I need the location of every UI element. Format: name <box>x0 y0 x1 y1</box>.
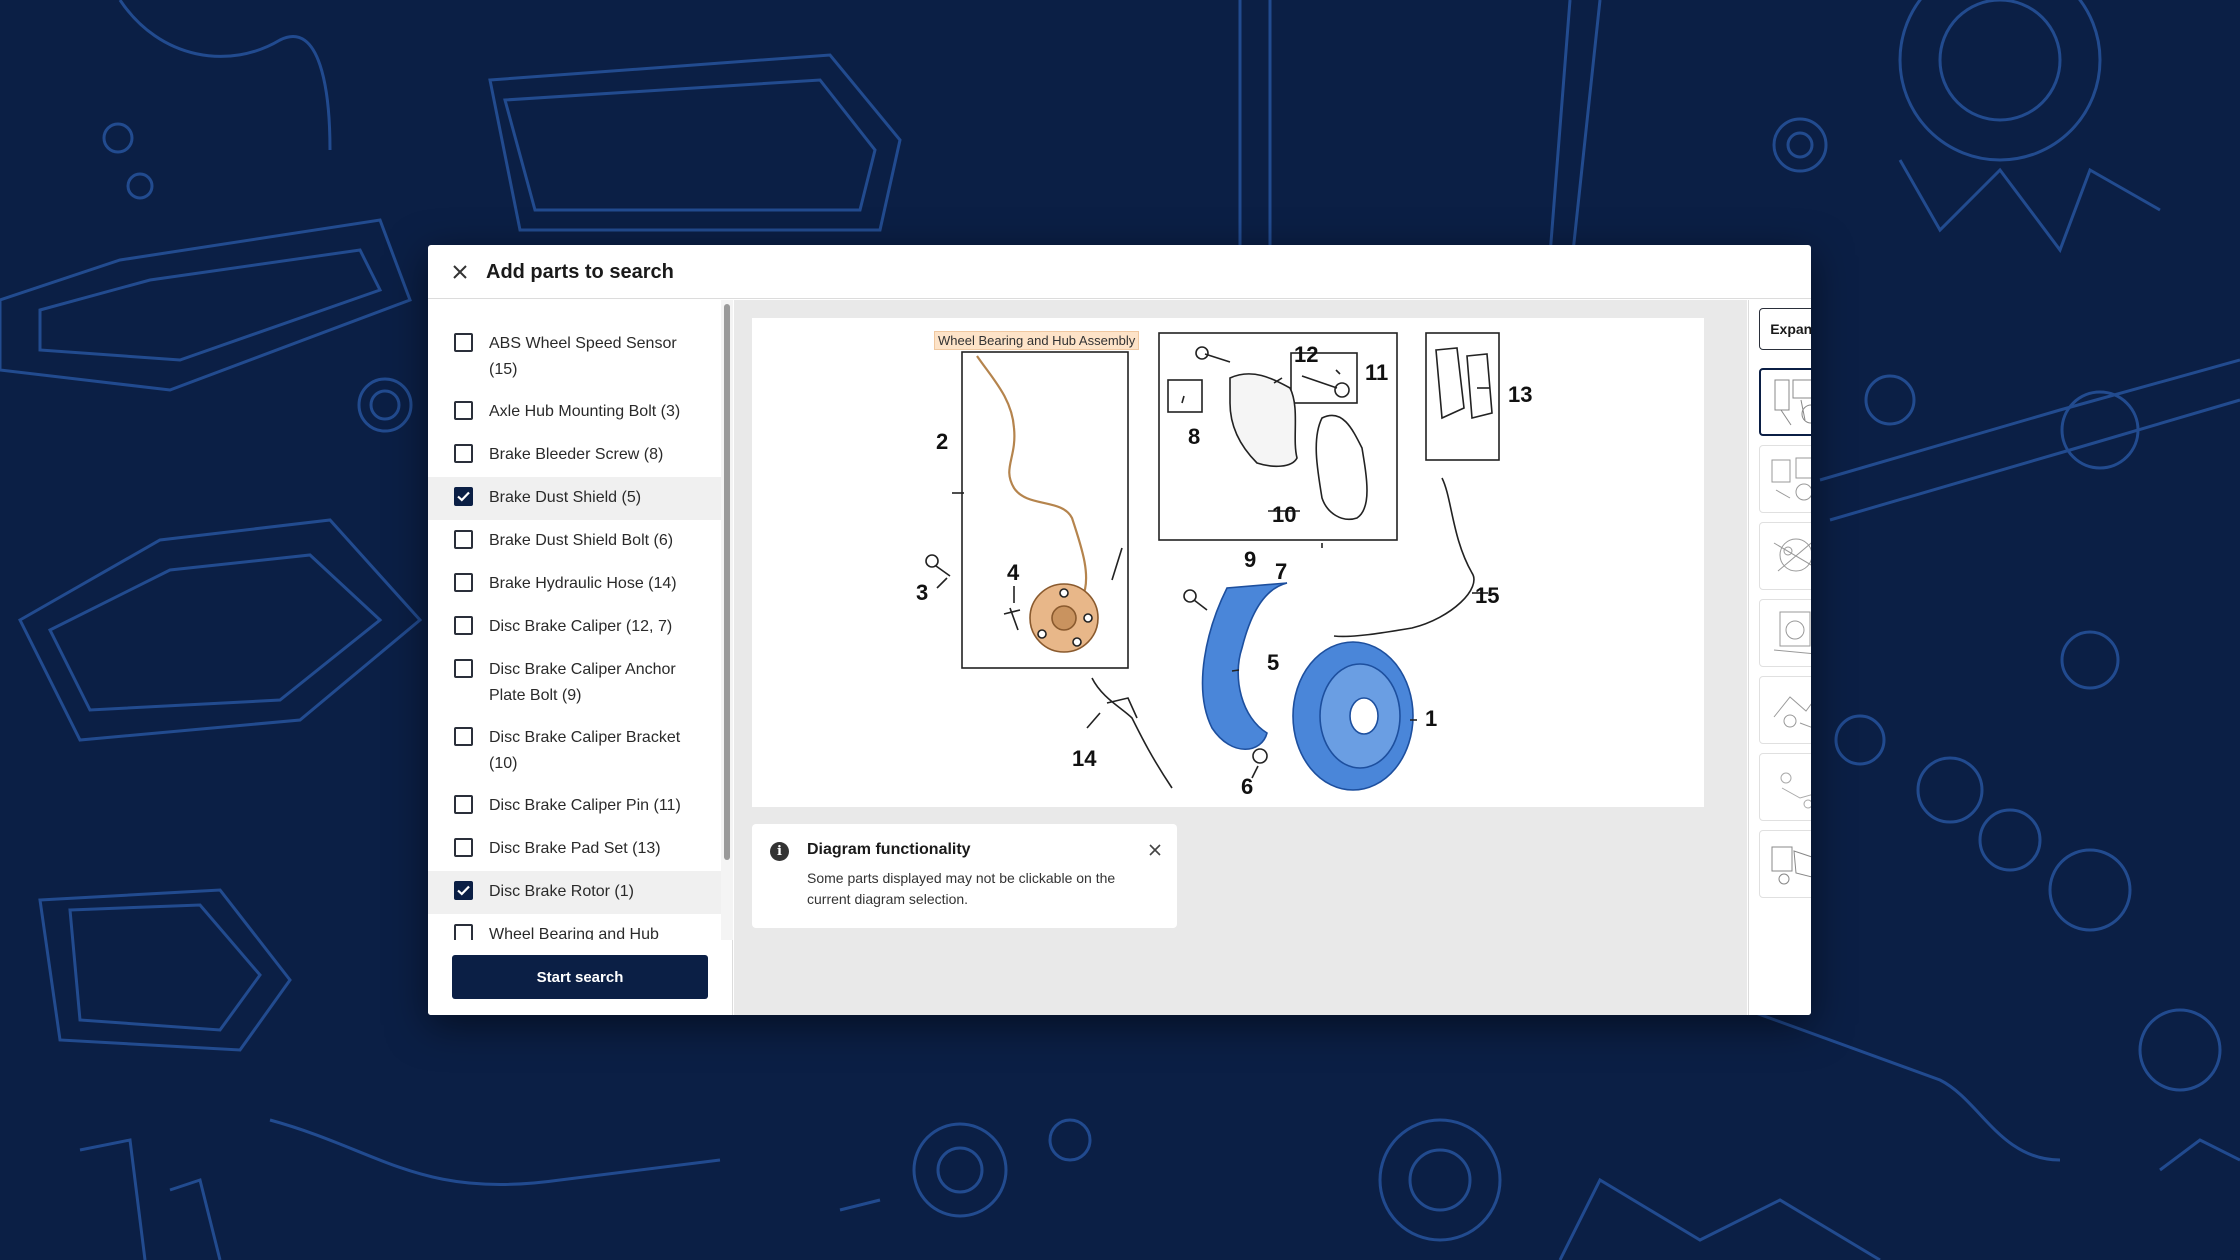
parts-diagram[interactable]: 2 3 4 9 7 5 1 15 14 6 8 10 11 12 13 Whee… <box>752 318 1704 807</box>
diagram-thumbnails-panel: Expand <box>1748 300 1811 1015</box>
part-item[interactable]: Disc Brake Rotor (1) <box>428 871 722 914</box>
checkbox[interactable] <box>454 333 473 352</box>
diagram-thumbnail[interactable] <box>1759 676 1811 744</box>
diagram-thumbnail[interactable] <box>1759 599 1811 667</box>
callout-13: 13 <box>1508 382 1532 407</box>
info-icon: i <box>770 842 789 861</box>
checkbox[interactable] <box>454 659 473 678</box>
callout-5: 5 <box>1267 650 1279 675</box>
part-item[interactable]: Disc Brake Caliper Pin (11) <box>428 785 722 828</box>
part-item[interactable]: Axle Hub Mounting Bolt (3) <box>428 391 722 434</box>
notice-body: Some parts displayed may not be clickabl… <box>807 870 1116 907</box>
diagram-notice: i Diagram functionality Some parts displ… <box>752 824 1177 928</box>
modal-title: Add parts to search <box>486 261 674 283</box>
part-item[interactable]: Disc Brake Caliper Anchor Plate Bolt (9) <box>428 649 722 717</box>
part-item[interactable]: Disc Brake Pad Set (13) <box>428 828 722 871</box>
hover-tooltip: Wheel Bearing and Hub Assembly <box>934 331 1140 350</box>
callout-12: 12 <box>1294 342 1318 367</box>
callout-6: 6 <box>1241 774 1253 799</box>
diagram-thumbnail[interactable] <box>1759 830 1811 898</box>
part-label: Brake Bleeder Screw (8) <box>489 446 664 463</box>
callout-3: 3 <box>916 580 928 605</box>
part-label: Wheel Bearing and Hub <box>489 926 659 940</box>
expand-button[interactable]: Expand <box>1759 308 1811 350</box>
close-icon[interactable] <box>1145 840 1165 860</box>
checkbox[interactable] <box>454 727 473 746</box>
part-item[interactable]: Disc Brake Caliper Bracket (10) <box>428 717 722 785</box>
callout-15: 15 <box>1475 583 1499 608</box>
part-label: Disc Brake Pad Set (13) <box>489 840 661 857</box>
notice-title: Diagram functionality <box>807 841 971 858</box>
part-label: Disc Brake Rotor (1) <box>489 883 634 900</box>
part-item[interactable]: Wheel Bearing and Hub <box>428 914 722 940</box>
callout-9: 9 <box>1244 547 1256 572</box>
part-label: Disc Brake Caliper Bracket (10) <box>489 729 681 772</box>
part-item[interactable]: Brake Hydraulic Hose (14) <box>428 563 722 606</box>
part-label: Disc Brake Caliper (12, 7) <box>489 618 673 635</box>
checkbox-checked[interactable] <box>454 881 473 900</box>
start-search-button[interactable]: Start search <box>452 955 708 999</box>
checkbox[interactable] <box>454 838 473 857</box>
diagram-area: 2 3 4 9 7 5 1 15 14 6 8 10 11 12 13 Whee… <box>734 300 1747 1015</box>
checkbox-checked[interactable] <box>454 487 473 506</box>
callout-7: 7 <box>1275 559 1287 584</box>
callout-1: 1 <box>1425 706 1437 731</box>
diagram-thumbnail[interactable] <box>1759 753 1811 821</box>
part-item[interactable]: Brake Dust Shield (5) <box>428 477 722 520</box>
checkbox[interactable] <box>454 924 473 940</box>
checkbox[interactable] <box>454 530 473 549</box>
callout-8: 8 <box>1188 424 1200 449</box>
modal-header: Add parts to search <box>428 245 1811 299</box>
diagram-thumbnail[interactable] <box>1759 368 1811 436</box>
add-parts-modal: Add parts to search ABS Wheel Speed Sens… <box>428 245 1811 1015</box>
part-item[interactable]: ABS Wheel Speed Sensor (15) <box>428 323 722 391</box>
scrollbar-thumb[interactable] <box>724 304 730 860</box>
close-icon[interactable] <box>448 260 472 284</box>
parts-panel: ABS Wheel Speed Sensor (15) Axle Hub Mou… <box>428 300 733 1015</box>
part-item[interactable]: Disc Brake Caliper (12, 7) <box>428 606 722 649</box>
part-label: Brake Dust Shield (5) <box>489 489 642 506</box>
part-item[interactable]: Brake Dust Shield Bolt (6) <box>428 520 722 563</box>
callout-2: 2 <box>936 429 948 454</box>
diagram-drawing[interactable]: 2 3 4 9 7 5 1 15 14 6 8 10 11 12 13 <box>752 318 1704 807</box>
part-label: ABS Wheel Speed Sensor (15) <box>489 335 677 378</box>
parts-list[interactable]: ABS Wheel Speed Sensor (15) Axle Hub Mou… <box>428 300 733 940</box>
callout-10: 10 <box>1272 502 1296 527</box>
callout-14: 14 <box>1072 746 1097 771</box>
diagram-thumbnail[interactable] <box>1759 522 1811 590</box>
part-label: Brake Dust Shield Bolt (6) <box>489 532 674 549</box>
checkbox[interactable] <box>454 795 473 814</box>
checkbox[interactable] <box>454 616 473 635</box>
callout-4: 4 <box>1007 560 1020 585</box>
part-item[interactable]: Brake Bleeder Screw (8) <box>428 434 722 477</box>
part-label: Axle Hub Mounting Bolt (3) <box>489 403 681 420</box>
checkbox[interactable] <box>454 444 473 463</box>
part-label: Disc Brake Caliper Pin (11) <box>489 797 681 814</box>
callout-11: 11 <box>1365 360 1388 385</box>
part-label: Brake Hydraulic Hose (14) <box>489 575 677 592</box>
part-label: Disc Brake Caliper Anchor Plate Bolt (9) <box>489 661 676 704</box>
checkbox[interactable] <box>454 573 473 592</box>
diagram-thumbnail[interactable] <box>1759 445 1811 513</box>
checkbox[interactable] <box>454 401 473 420</box>
